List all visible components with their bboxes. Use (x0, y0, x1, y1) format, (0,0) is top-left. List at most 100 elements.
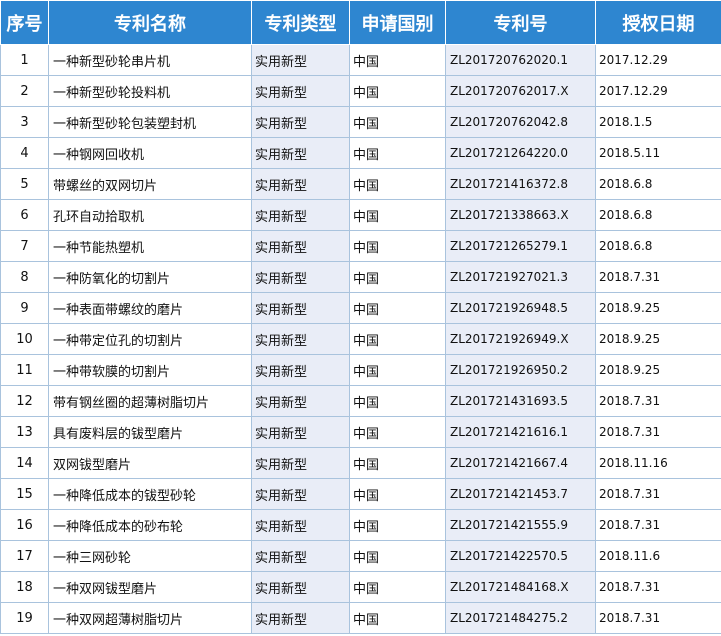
table-row: 2 一种新型砂轮投料机 实用新型 中国 ZL201720762017.X 2017.12.… (0, 75, 721, 107)
cell-type: 实用新型 (251, 354, 350, 386)
cell-name: 一种表面带螺纹的磨片 (48, 292, 252, 324)
cell-name: 带有钢丝圈的超薄树脂切片 (48, 385, 252, 417)
table-row: 15 一种降低成本的钹型砂轮 实用新型 中国 ZL201721421453.7 2018.… (0, 478, 721, 510)
cell-type: 实用新型 (251, 75, 350, 107)
cell-country: 中国 (349, 292, 446, 324)
cell-date: 2018.7.31 (595, 602, 721, 634)
cell-number: ZL201721338663.X (445, 199, 596, 231)
cell-date: 2018.6.8 (595, 230, 721, 262)
cell-name: 一种降低成本的钹型砂轮 (48, 478, 252, 510)
table-row: 14 双网钹型磨片 实用新型 中国 ZL201721421667.4 2018.11.16 (0, 447, 721, 479)
header-type: 专利类型 (251, 0, 350, 45)
cell-index: 7 (0, 230, 49, 262)
cell-date: 2018.6.8 (595, 168, 721, 200)
cell-date: 2018.7.31 (595, 385, 721, 417)
table-row: 19 一种双网超薄树脂切片 实用新型 中国 ZL201721484275.2 2018.7… (0, 602, 721, 634)
cell-index: 6 (0, 199, 49, 231)
cell-type: 实用新型 (251, 261, 350, 293)
cell-index: 16 (0, 509, 49, 541)
cell-country: 中国 (349, 509, 446, 541)
cell-number: ZL201720762042.8 (445, 106, 596, 138)
header-country: 申请国别 (349, 0, 446, 45)
cell-type: 实用新型 (251, 385, 350, 417)
cell-index: 4 (0, 137, 49, 169)
cell-number: ZL201721926948.5 (445, 292, 596, 324)
cell-type: 实用新型 (251, 106, 350, 138)
cell-index: 18 (0, 571, 49, 603)
cell-date: 2017.12.29 (595, 44, 721, 76)
cell-country: 中国 (349, 230, 446, 262)
header-name: 专利名称 (48, 0, 252, 45)
cell-index: 19 (0, 602, 49, 634)
cell-number: ZL201721421453.7 (445, 478, 596, 510)
table-row: 17 一种三网砂轮 实用新型 中国 ZL201721422570.5 2018.11.6 (0, 540, 721, 572)
table-row: 9 一种表面带螺纹的磨片 实用新型 中国 ZL201721926948.5 2018.9.… (0, 292, 721, 324)
cell-name: 具有废料层的钹型磨片 (48, 416, 252, 448)
cell-country: 中国 (349, 354, 446, 386)
cell-country: 中国 (349, 323, 446, 355)
header-row: 序号 专利名称 专利类型 申请国别 专利号 授权日期 (0, 0, 721, 45)
cell-index: 12 (0, 385, 49, 417)
cell-name: 孔环自动拾取机 (48, 199, 252, 231)
table-row: 11 一种带软膜的切割片 实用新型 中国 ZL201721926950.2 2018.9.… (0, 354, 721, 386)
cell-name: 一种新型砂轮包装塑封机 (48, 106, 252, 138)
cell-country: 中国 (349, 261, 446, 293)
cell-type: 实用新型 (251, 571, 350, 603)
table-row: 3 一种新型砂轮包装塑封机 实用新型 中国 ZL201720762042.8 2018.1… (0, 106, 721, 138)
table-row: 12 带有钢丝圈的超薄树脂切片 实用新型 中国 ZL201721431693.5 2018… (0, 385, 721, 417)
cell-date: 2017.12.29 (595, 75, 721, 107)
cell-index: 10 (0, 323, 49, 355)
cell-index: 13 (0, 416, 49, 448)
cell-index: 1 (0, 44, 49, 76)
cell-country: 中国 (349, 106, 446, 138)
cell-index: 2 (0, 75, 49, 107)
cell-date: 2018.11.16 (595, 447, 721, 479)
cell-type: 实用新型 (251, 447, 350, 479)
cell-number: ZL201721265279.1 (445, 230, 596, 262)
cell-number: ZL201721421555.9 (445, 509, 596, 541)
header-number: 专利号 (445, 0, 596, 45)
table-row: 18 一种双网钹型磨片 实用新型 中国 ZL201721484168.X 2018.7.3… (0, 571, 721, 603)
cell-type: 实用新型 (251, 230, 350, 262)
cell-date: 2018.7.31 (595, 478, 721, 510)
cell-country: 中国 (349, 44, 446, 76)
cell-number: ZL201721927021.3 (445, 261, 596, 293)
cell-date: 2018.7.31 (595, 509, 721, 541)
cell-country: 中国 (349, 168, 446, 200)
cell-type: 实用新型 (251, 602, 350, 634)
cell-country: 中国 (349, 137, 446, 169)
cell-country: 中国 (349, 447, 446, 479)
cell-date: 2018.9.25 (595, 354, 721, 386)
cell-name: 一种新型砂轮投料机 (48, 75, 252, 107)
table-row: 5 带螺丝的双网切片 实用新型 中国 ZL201721416372.8 2018.6.8 (0, 168, 721, 200)
cell-date: 2018.7.31 (595, 416, 721, 448)
table-body: 1 一种新型砂轮串片机 实用新型 中国 ZL201720762020.1 2017.12.… (0, 44, 721, 634)
cell-number: ZL201721431693.5 (445, 385, 596, 417)
cell-country: 中国 (349, 478, 446, 510)
cell-name: 双网钹型磨片 (48, 447, 252, 479)
table-row: 4 一种钢网回收机 实用新型 中国 ZL201721264220.0 2018.5.11 (0, 137, 721, 169)
cell-name: 一种降低成本的砂布轮 (48, 509, 252, 541)
patent-table: 序号 专利名称 专利类型 申请国别 专利号 授权日期 1 一种新型砂轮串片机 实用新… (0, 0, 721, 634)
cell-name: 一种三网砂轮 (48, 540, 252, 572)
cell-name: 一种防氧化的切割片 (48, 261, 252, 293)
cell-index: 8 (0, 261, 49, 293)
table-row: 1 一种新型砂轮串片机 实用新型 中国 ZL201720762020.1 2017.12.… (0, 44, 721, 76)
cell-date: 2018.11.6 (595, 540, 721, 572)
cell-date: 2018.9.25 (595, 292, 721, 324)
cell-name: 一种节能热塑机 (48, 230, 252, 262)
cell-name: 带螺丝的双网切片 (48, 168, 252, 200)
cell-date: 2018.5.11 (595, 137, 721, 169)
cell-type: 实用新型 (251, 137, 350, 169)
cell-number: ZL201720762017.X (445, 75, 596, 107)
cell-index: 3 (0, 106, 49, 138)
header-date: 授权日期 (595, 0, 721, 45)
table-row: 8 一种防氧化的切割片 实用新型 中国 ZL201721927021.3 2018.7.3… (0, 261, 721, 293)
table-header: 序号 专利名称 专利类型 申请国别 专利号 授权日期 (0, 0, 721, 45)
cell-country: 中国 (349, 571, 446, 603)
table-row: 7 一种节能热塑机 实用新型 中国 ZL201721265279.1 2018.6.8 (0, 230, 721, 262)
cell-number: ZL201721926949.X (445, 323, 596, 355)
table-row: 16 一种降低成本的砂布轮 实用新型 中国 ZL201721421555.9 2018.7… (0, 509, 721, 541)
table-row: 6 孔环自动拾取机 实用新型 中国 ZL201721338663.X 2018.6.8 (0, 199, 721, 231)
cell-index: 5 (0, 168, 49, 200)
